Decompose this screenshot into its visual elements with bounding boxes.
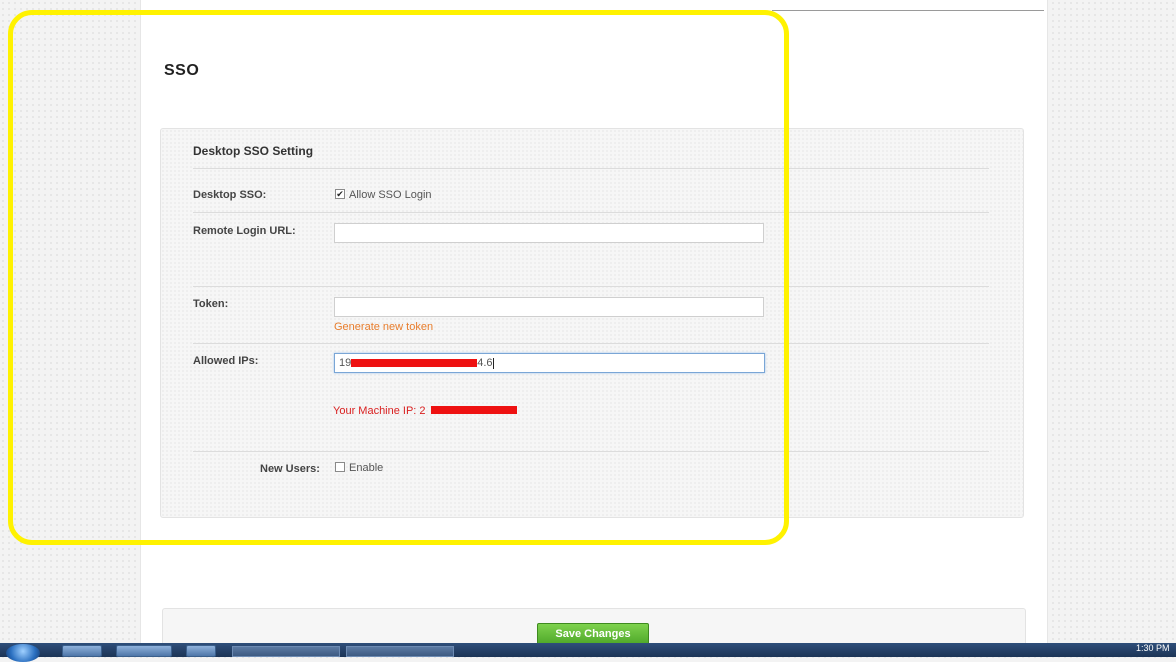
folder-icon[interactable] (116, 645, 172, 657)
taskbar-window-button[interactable] (346, 646, 454, 657)
media-player-icon[interactable] (186, 645, 216, 657)
start-button-icon[interactable] (6, 644, 40, 662)
save-changes-button[interactable]: Save Changes (537, 623, 649, 645)
taskbar-clock: 1:30 PM (1136, 643, 1170, 653)
top-divider (772, 10, 1044, 11)
windows-taskbar (0, 643, 1176, 657)
yellow-highlight-box (8, 10, 789, 545)
browser-icon[interactable] (62, 645, 102, 657)
taskbar-window-button[interactable] (232, 646, 340, 657)
